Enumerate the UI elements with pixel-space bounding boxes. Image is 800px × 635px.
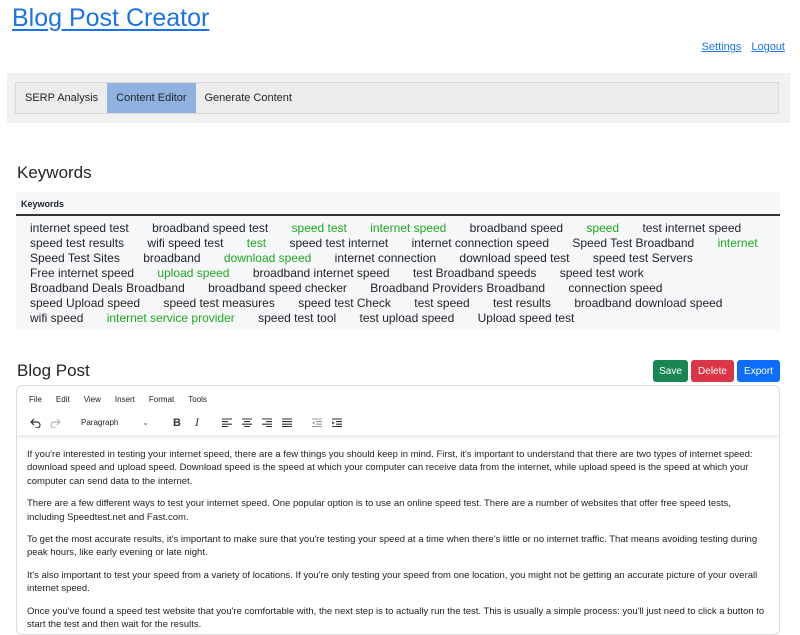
menu-insert[interactable]: Insert xyxy=(115,395,135,410)
outdent-icon[interactable] xyxy=(307,414,327,432)
menu-format[interactable]: Format xyxy=(149,395,174,410)
keyword-item: broadband download speed xyxy=(574,296,723,310)
keyword-item: internet speed test xyxy=(30,221,129,235)
keyword-item: test speed xyxy=(414,296,470,310)
keywords-list: internet speed test broadband speed test… xyxy=(16,216,780,326)
align-left-icon[interactable] xyxy=(217,414,237,432)
keyword-item: broadband speed xyxy=(469,221,564,235)
block-format-value: Paragraph xyxy=(81,418,119,427)
keyword-item: speed test Servers xyxy=(592,251,693,265)
keyword-item: broadband speed checker xyxy=(208,281,347,295)
keywords-table: Keywords internet speed test broadband s… xyxy=(16,192,780,330)
italic-icon[interactable]: I xyxy=(187,414,207,432)
keyword-item: Speed Test Sites xyxy=(30,251,120,265)
tab-content-editor[interactable]: Content Editor xyxy=(107,83,196,113)
settings-link[interactable]: Settings xyxy=(702,41,742,53)
keyword-item: Broadband Deals Broadband xyxy=(30,281,185,295)
editor-menubar: File Edit View Insert Format Tools xyxy=(17,386,779,410)
tab-bar: SERP Analysis Content Editor Generate Co… xyxy=(15,82,779,114)
align-center-icon[interactable] xyxy=(237,414,257,432)
undo-icon[interactable] xyxy=(25,414,45,432)
rich-text-editor: File Edit View Insert Format Tools Parag… xyxy=(16,385,780,635)
app-title[interactable]: Blog Post Creator xyxy=(12,4,209,33)
keywords-title: Keywords xyxy=(17,163,92,182)
keyword-item: broadband internet speed xyxy=(252,266,390,280)
keyword-item: speed Upload speed xyxy=(30,296,141,310)
tabs-container: SERP Analysis Content Editor Generate Co… xyxy=(7,73,790,123)
top-links: Settings Logout xyxy=(702,41,785,53)
keyword-item: test results xyxy=(492,296,551,310)
editor-content[interactable]: If you're interested in testing your int… xyxy=(17,436,779,631)
keyword-item: speed test Check xyxy=(298,296,391,310)
keyword-item: test upload speed xyxy=(359,311,455,325)
keyword-item: test internet speed xyxy=(642,221,742,235)
indent-icon[interactable] xyxy=(327,414,347,432)
bold-icon[interactable]: B xyxy=(167,414,187,432)
menu-tools[interactable]: Tools xyxy=(188,395,207,410)
keyword-item: Free internet speed xyxy=(30,266,135,280)
keyword-item: speed test xyxy=(291,221,347,235)
keyword-item: internet xyxy=(717,236,758,250)
logout-link[interactable]: Logout xyxy=(751,41,785,53)
keywords-column-header: Keywords xyxy=(16,192,780,216)
keyword-item: broadband xyxy=(143,251,201,265)
save-button[interactable]: Save xyxy=(653,360,688,382)
align-right-icon[interactable] xyxy=(257,414,277,432)
keyword-item: wifi speed xyxy=(30,311,84,325)
menu-file[interactable]: File xyxy=(29,395,42,410)
paragraph: To get the most accurate results, it's i… xyxy=(27,534,758,559)
keyword-item: speed test work xyxy=(559,266,644,280)
keyword-item: internet speed xyxy=(370,221,447,235)
keyword-item: speed test internet xyxy=(289,236,389,250)
keyword-item: test Broadband speeds xyxy=(412,266,537,280)
align-justify-icon[interactable] xyxy=(277,414,297,432)
editor-toolbar: Paragraph ⌄ B I xyxy=(17,410,779,436)
redo-icon[interactable] xyxy=(45,414,65,432)
keyword-item: download speed xyxy=(223,251,312,265)
export-button[interactable]: Export xyxy=(737,360,780,382)
paragraph: If you're interested in testing your int… xyxy=(27,449,753,487)
block-format-select[interactable]: Paragraph ⌄ xyxy=(77,414,153,432)
keyword-item: Speed Test Broadband xyxy=(572,236,695,250)
keyword-item: speed test tool xyxy=(258,311,337,325)
paragraph: It's also important to test your speed f… xyxy=(27,569,758,595)
paragraph: There are a few different ways to test y… xyxy=(27,498,731,523)
menu-view[interactable]: View xyxy=(84,395,101,410)
keyword-item: Broadband Providers Broadband xyxy=(370,281,546,295)
keyword-item: internet connection xyxy=(334,251,437,265)
keyword-item: Upload speed test xyxy=(477,311,575,325)
keyword-item: download speed test xyxy=(459,251,570,265)
delete-button[interactable]: Delete xyxy=(691,360,734,382)
paragraph: Once you've found a speed test website t… xyxy=(27,605,765,631)
keyword-item: speed test measures xyxy=(163,296,275,310)
blog-post-title: Blog Post xyxy=(17,361,90,380)
menu-edit[interactable]: Edit xyxy=(56,395,70,410)
chevron-down-icon: ⌄ xyxy=(142,418,149,427)
tab-serp-analysis[interactable]: SERP Analysis xyxy=(16,83,107,113)
keyword-item: speed test results xyxy=(30,236,125,250)
keyword-item: connection speed xyxy=(568,281,663,295)
keyword-item: speed xyxy=(586,221,620,235)
keyword-item: internet connection speed xyxy=(411,236,549,250)
keyword-item: internet service provider xyxy=(106,311,235,325)
keyword-item: broadband speed test xyxy=(152,221,269,235)
keyword-item: upload speed xyxy=(157,266,230,280)
keyword-item: test xyxy=(246,236,267,250)
keyword-item: wifi speed test xyxy=(147,236,224,250)
tab-generate-content[interactable]: Generate Content xyxy=(196,83,301,113)
